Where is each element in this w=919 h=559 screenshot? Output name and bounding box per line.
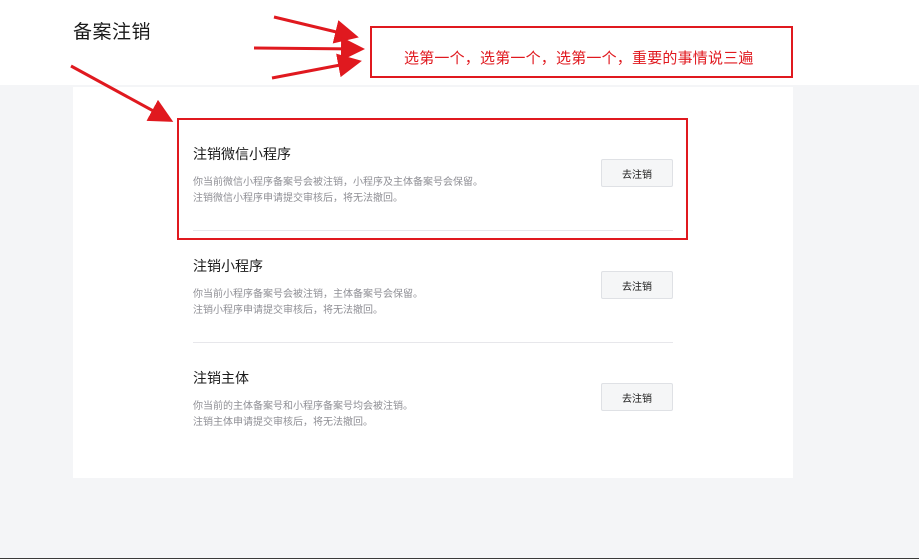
cancel-entity-button[interactable]: 去注销 — [601, 383, 673, 411]
option-description-line1: 你当前的主体备案号和小程序备案号均会被注销。 — [193, 401, 413, 412]
option-description-line1: 你当前小程序备案号会被注销，主体备案号会保留。 — [193, 289, 423, 300]
annotation-text: 选第一个，选第一个，选第一个，重要的事情说三遍 — [404, 49, 754, 67]
option-description-line2: 注销主体申请提交审核后，将无法撤回。 — [193, 417, 373, 428]
annotation-callout-box: 选第一个，选第一个，选第一个，重要的事情说三遍 — [370, 26, 793, 78]
option-cancel-miniprogram: 注销小程序 你当前小程序备案号会被注销，主体备案号会保留。 注销小程序申请提交审… — [193, 232, 673, 343]
option-title: 注销主体 — [193, 371, 249, 387]
divider — [193, 342, 673, 343]
option-description-line2: 注销小程序申请提交审核后，将无法撤回。 — [193, 305, 383, 316]
option-cancel-entity: 注销主体 你当前的主体备案号和小程序备案号均会被注销。 注销主体申请提交审核后，… — [193, 344, 673, 455]
page-title: 备案注销 — [73, 21, 152, 43]
option-title: 注销小程序 — [193, 259, 263, 275]
highlight-first-option-box — [177, 118, 688, 240]
cancel-miniprogram-button[interactable]: 去注销 — [601, 271, 673, 299]
